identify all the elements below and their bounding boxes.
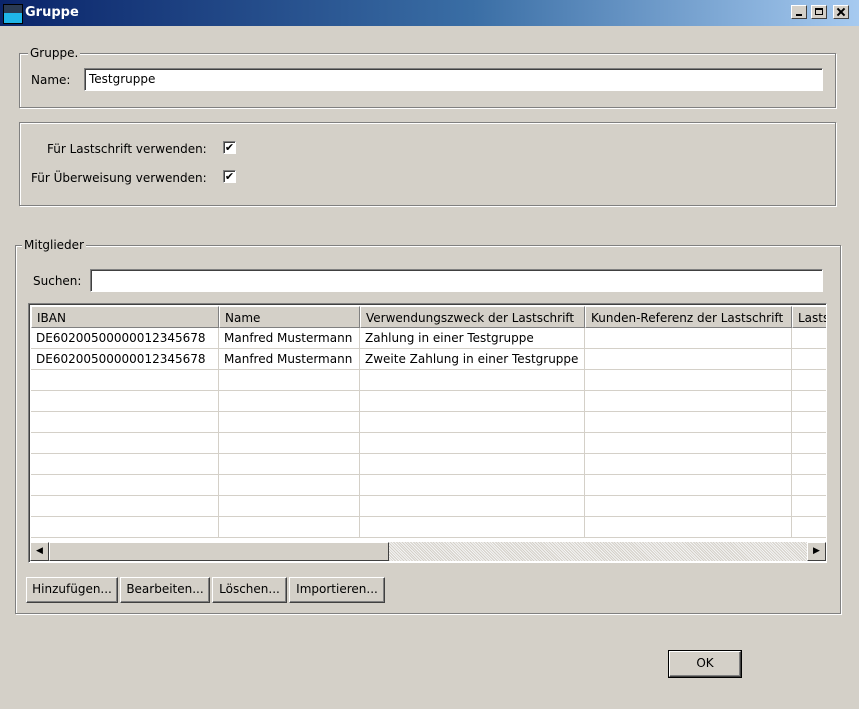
horizontal-scrollbar[interactable]: ◀ ▶	[30, 542, 826, 561]
cell-kunden-referenz	[585, 328, 792, 349]
column-header-verwendungszweck[interactable]: Verwendungszweck der Lastschrift	[360, 306, 585, 328]
ueberweisung-checkbox[interactable]: ✔	[223, 170, 236, 183]
empty-row	[31, 370, 826, 391]
window-title: Gruppe	[25, 5, 79, 20]
cell-iban: DE60200500000012345678	[31, 328, 219, 349]
minimize-icon[interactable]	[791, 5, 807, 19]
empty-row	[31, 496, 826, 517]
empty-row	[31, 433, 826, 454]
ok-button[interactable]: OK	[668, 650, 742, 678]
cell-verwendungszweck: Zweite Zahlung in einer Testgruppe	[360, 349, 585, 370]
cell-extra	[792, 349, 826, 370]
empty-row	[31, 517, 826, 538]
empty-row	[31, 412, 826, 433]
empty-row	[31, 475, 826, 496]
table-row[interactable]: DE60200500000012345678 Manfred Musterman…	[31, 349, 826, 370]
name-field[interactable]: Testgruppe	[84, 68, 823, 91]
maximize-icon[interactable]	[811, 5, 827, 19]
import-button[interactable]: Importieren...	[289, 577, 385, 603]
table-header: IBAN Name Verwendungszweck der Lastschri…	[31, 306, 826, 328]
ueberweisung-label: Für Überweisung verwenden:	[31, 171, 207, 185]
column-header-kunden-referenz[interactable]: Kunden-Referenz der Lastschrift	[585, 306, 792, 328]
search-input[interactable]	[90, 269, 823, 292]
column-header-name[interactable]: Name	[219, 306, 360, 328]
table-row[interactable]: DE60200500000012345678 Manfred Musterman…	[31, 328, 826, 349]
delete-button[interactable]: Löschen...	[212, 577, 287, 603]
edit-button[interactable]: Bearbeiten...	[120, 577, 210, 603]
title-bar: Gruppe	[0, 0, 859, 26]
group-legend: Gruppe.	[28, 46, 81, 60]
cell-name: Manfred Mustermann	[219, 349, 360, 370]
column-header-iban[interactable]: IBAN	[31, 306, 219, 328]
column-header-lastschrift-extra[interactable]: Lasts	[792, 306, 826, 328]
scroll-left-icon[interactable]: ◀	[30, 542, 49, 561]
cell-kunden-referenz	[585, 349, 792, 370]
cell-name: Manfred Mustermann	[219, 328, 360, 349]
members-table[interactable]: IBAN Name Verwendungszweck der Lastschri…	[28, 303, 827, 563]
cell-iban: DE60200500000012345678	[31, 349, 219, 370]
scroll-right-icon[interactable]: ▶	[807, 542, 826, 561]
members-legend: Mitglieder	[22, 238, 86, 252]
lastschrift-label: Für Lastschrift verwenden:	[47, 142, 207, 156]
search-label: Suchen:	[33, 274, 82, 288]
cell-extra	[792, 328, 826, 349]
name-label: Name:	[31, 73, 71, 87]
lastschrift-checkbox[interactable]: ✔	[223, 141, 236, 154]
scrollbar-thumb[interactable]	[49, 542, 389, 561]
close-icon[interactable]	[833, 5, 849, 19]
app-icon	[3, 4, 23, 24]
add-button[interactable]: Hinzufügen...	[26, 577, 118, 603]
empty-row	[31, 391, 826, 412]
cell-verwendungszweck: Zahlung in einer Testgruppe	[360, 328, 585, 349]
usage-box	[19, 122, 836, 206]
empty-row	[31, 454, 826, 475]
